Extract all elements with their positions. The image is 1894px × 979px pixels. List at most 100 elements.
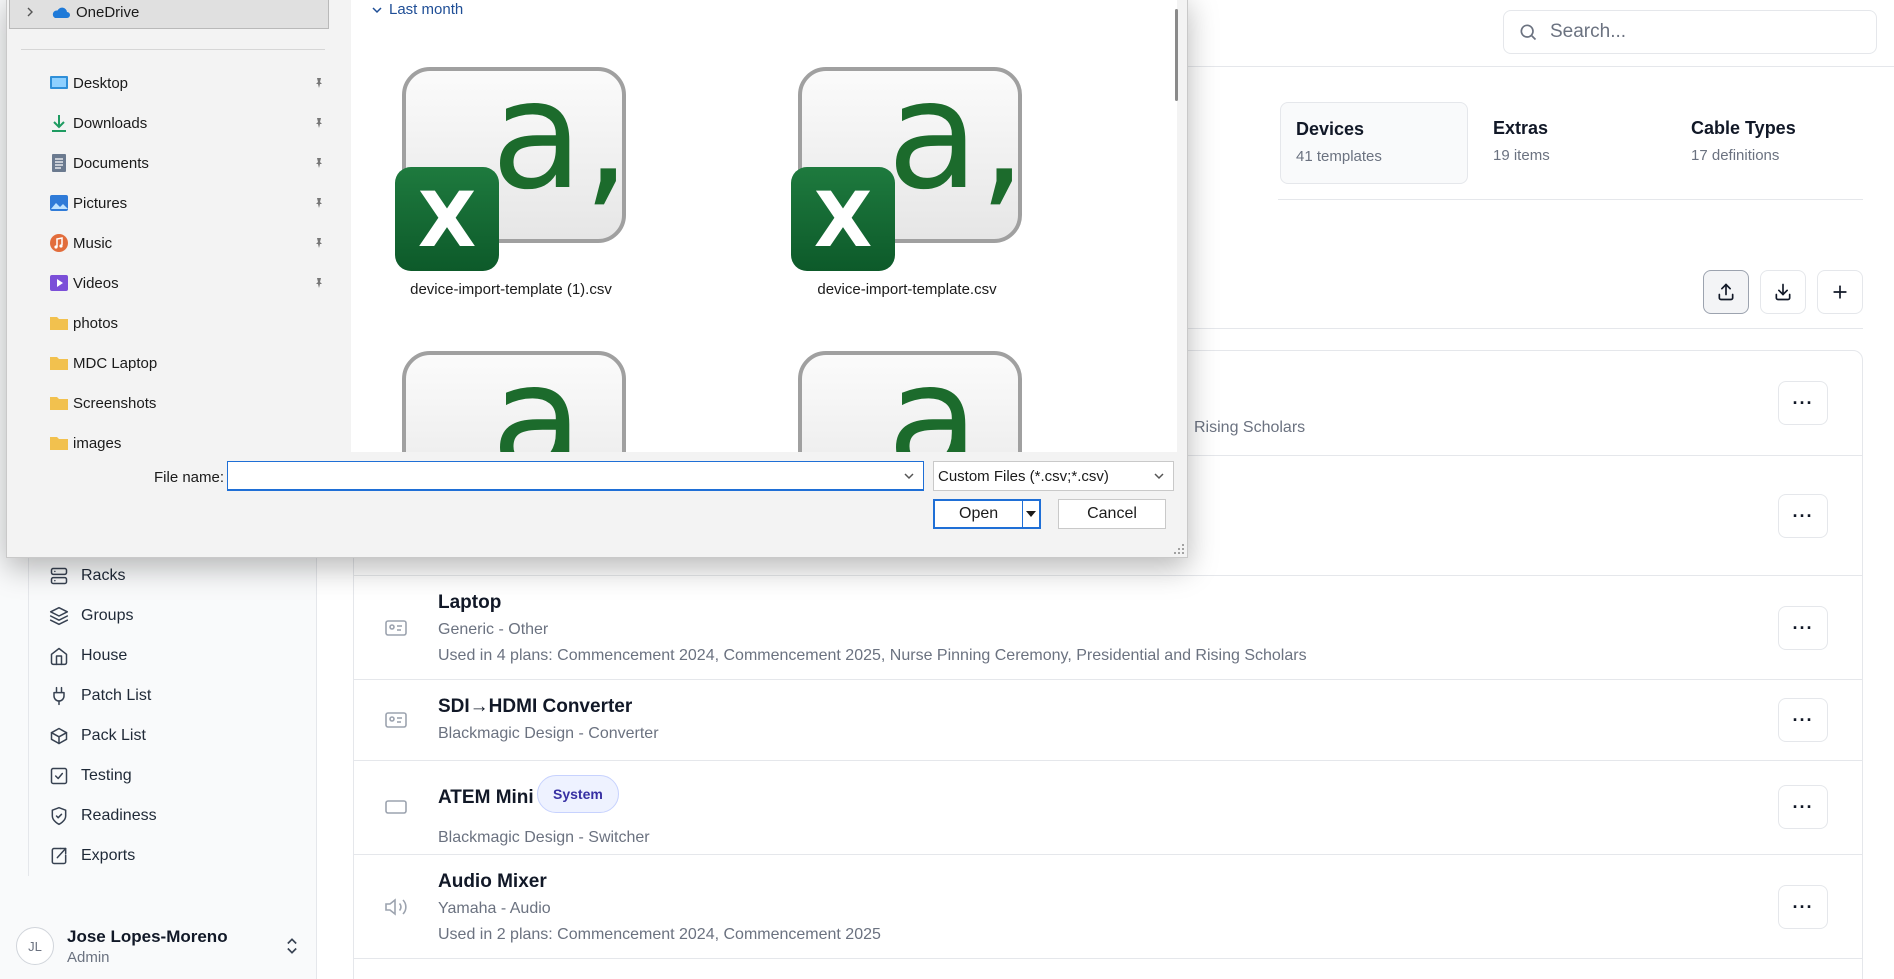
chevron-down-icon[interactable] [903, 470, 915, 482]
house-icon [50, 647, 68, 666]
pin-icon [316, 118, 322, 128]
nav-item-label: Screenshots [73, 394, 157, 412]
id-card-icon [385, 712, 407, 728]
add-device-button[interactable] [1817, 270, 1863, 314]
sidebar-item-label: Pack List [81, 727, 146, 744]
checkbox-icon [50, 767, 68, 785]
row-usage: Used in 2 plans: Commencement 2024, Comm… [438, 926, 881, 943]
open-options-dropdown[interactable] [1023, 510, 1039, 518]
user-name: Jose Lopes-Moreno [67, 926, 228, 946]
row-more-button[interactable]: ··· [1778, 381, 1828, 425]
chevron-down-icon [1154, 473, 1164, 480]
nav-item-documents[interactable]: Documents [7, 143, 327, 183]
row-more-button[interactable]: ··· [1778, 494, 1828, 538]
sidebar-item-patch-list[interactable]: Patch List [29, 676, 296, 716]
cancel-button[interactable]: Cancel [1058, 499, 1166, 529]
pin-icon [316, 278, 322, 288]
file-item[interactable]: a, X device-import-template (1).csv [391, 61, 651, 307]
nav-item-mdc-laptop[interactable]: MDC Laptop [7, 343, 327, 383]
sidebar-nav: Racks Groups House Patch List Pack List … [28, 556, 296, 876]
row-subtitle: Blackmagic Design - Switcher [438, 829, 650, 846]
nav-item-label: Desktop [73, 74, 129, 92]
group-header[interactable]: Last month [371, 1, 463, 18]
nav-item-screenshots[interactable]: Screenshots [7, 383, 327, 423]
nav-item-label: Downloads [73, 114, 148, 132]
sidebar-item-house[interactable]: House [29, 636, 296, 676]
export-button[interactable] [1760, 270, 1806, 314]
file-name-field[interactable] [227, 461, 924, 491]
stats-divider [1278, 199, 1863, 200]
sidebar-item-label: Racks [81, 567, 126, 584]
sidebar-item-label: Readiness [81, 807, 157, 824]
file-name-input[interactable] [228, 462, 888, 488]
nav-item-pictures[interactable]: Pictures [7, 183, 327, 223]
desktop-icon [50, 76, 68, 89]
chevron-right-icon[interactable] [24, 6, 36, 18]
nav-item-desktop[interactable]: Desktop [7, 63, 327, 103]
file-item[interactable]: a [787, 345, 1047, 452]
file-type-select[interactable]: Custom Files (*.csv;*.csv) [933, 461, 1174, 491]
search-input[interactable]: Search... [1550, 21, 1626, 43]
sidebar-item-racks[interactable]: Racks [29, 556, 296, 596]
sidebar-item-testing[interactable]: Testing [29, 756, 296, 796]
table-row[interactable]: Laptop Generic - Other Used in 4 plans: … [354, 576, 1862, 680]
resize-grip-icon[interactable] [1173, 543, 1185, 555]
dialog-file-list: Last month a, X device-import-template (… [351, 0, 1177, 452]
row-more-button[interactable]: ··· [1778, 698, 1828, 742]
table-row[interactable]: Audio Mixer Yamaha - Audio Used in 2 pla… [354, 855, 1862, 959]
nav-item-images[interactable]: images [7, 423, 327, 452]
sidebar-item-label: House [81, 647, 128, 664]
file-item[interactable]: a [391, 345, 651, 452]
stat-card-extras[interactable]: Extras 19 items [1478, 102, 1666, 184]
onedrive-cloud-icon [52, 7, 70, 18]
shield-check-icon [51, 806, 67, 826]
open-button-label: Open [959, 505, 999, 522]
nav-item-photos[interactable]: photos [7, 303, 327, 343]
sidebar-item-groups[interactable]: Groups [29, 596, 296, 636]
row-usage: Used in 4 plans: Commencement 2024, Comm… [438, 647, 1307, 664]
row-more-button[interactable]: ··· [1778, 606, 1828, 650]
row-title: Audio Mixer [438, 871, 547, 892]
row-more-button[interactable]: ··· [1778, 785, 1828, 829]
avatar: JL [16, 927, 54, 965]
row-subtitle: Blackmagic Design - Converter [438, 725, 659, 742]
chevron-up-down-icon [287, 938, 297, 954]
toolbar-divider [1188, 328, 1863, 329]
app-glyph-icon: a [887, 333, 979, 452]
row-subtitle: Yamaha - Audio [438, 900, 551, 917]
row-more-button[interactable]: ··· [1778, 885, 1828, 929]
search-box[interactable]: Search... [1503, 10, 1877, 54]
nav-item-downloads[interactable]: Downloads [7, 103, 327, 143]
stat-subtitle: 41 templates [1296, 148, 1382, 165]
nav-item-label: MDC Laptop [73, 354, 158, 372]
table-row[interactable]: ATEM Mini System Blackmagic Design - Swi… [354, 761, 1862, 855]
nav-item-videos[interactable]: Videos [7, 263, 327, 303]
sidebar-item-exports[interactable]: Exports [29, 836, 296, 876]
import-button[interactable] [1703, 270, 1749, 314]
plus-icon [1833, 285, 1847, 299]
nav-item-music[interactable]: Music [7, 223, 327, 263]
folder-icon [50, 357, 68, 370]
open-button[interactable]: Open [933, 499, 1041, 529]
file-name-label: device-import-template (1).csv [410, 281, 612, 298]
caret-down-icon [1026, 511, 1037, 517]
music-icon [50, 234, 68, 252]
pin-icon [316, 198, 322, 208]
sidebar-item-pack-list[interactable]: Pack List [29, 716, 296, 756]
upload-icon [1718, 283, 1734, 301]
stat-card-cable-types[interactable]: Cable Types 17 definitions [1676, 102, 1864, 184]
pin-icon [316, 238, 322, 248]
stat-card-devices[interactable]: Devices 41 templates [1280, 102, 1468, 184]
row-usage: Rising Scholars [1194, 419, 1306, 436]
stat-title: Cable Types [1691, 118, 1796, 138]
keyboard-icon [385, 800, 407, 814]
stat-subtitle: 19 items [1493, 147, 1550, 164]
table-row[interactable]: SDI→HDMI Converter Blackmagic Design - C… [354, 680, 1862, 761]
app-glyph-icon: a [491, 333, 583, 452]
user-menu[interactable]: JL Jose Lopes-Moreno Admin [16, 922, 302, 970]
sidebar-item-readiness[interactable]: Readiness [29, 796, 296, 836]
nav-item-onedrive[interactable]: OneDrive [9, 0, 329, 29]
server-icon [50, 567, 68, 585]
file-list-scrollbar[interactable] [1175, 9, 1178, 101]
file-item[interactable]: a, X device-import-template.csv [787, 61, 1047, 307]
